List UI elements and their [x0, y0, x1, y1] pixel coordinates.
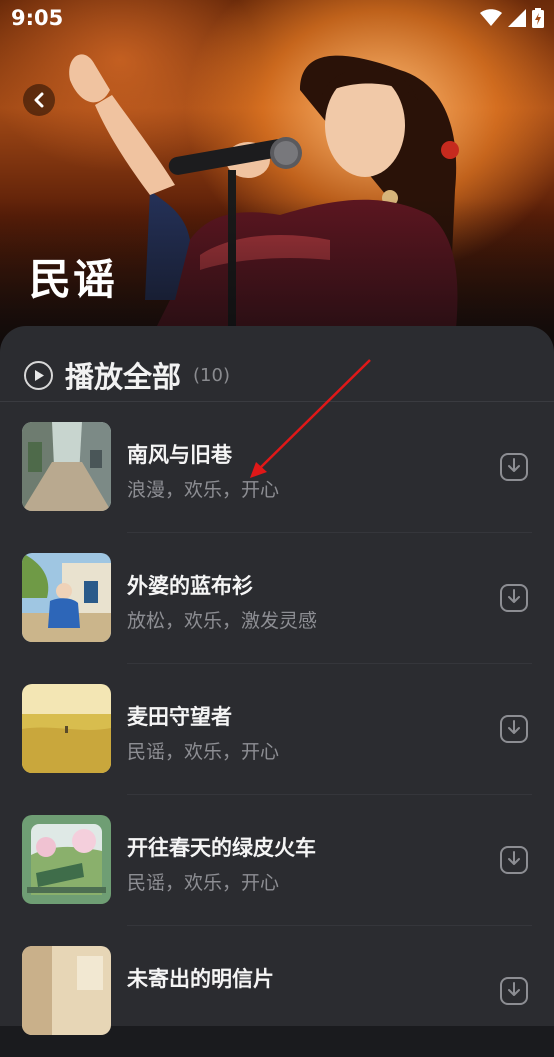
header-banner: 9:05 民谣	[0, 0, 554, 360]
chevron-left-icon	[34, 92, 44, 108]
song-count: (10)	[193, 364, 230, 386]
wheatfield-cover	[22, 684, 111, 773]
song-title: 麦田守望者	[127, 705, 232, 729]
download-icon[interactable]	[499, 845, 529, 875]
song-tags: 民谣，欢乐，开心	[127, 872, 280, 894]
play-icon	[24, 360, 53, 390]
back-button[interactable]	[23, 84, 55, 116]
status-icons	[480, 8, 544, 28]
grandma-cover	[22, 553, 111, 642]
song-title: 外婆的蓝布衫	[127, 574, 253, 598]
song-tags: 放松，欢乐，激发灵感	[127, 610, 318, 632]
wifi-icon	[480, 9, 502, 26]
song-list-panel: 播放全部 (10) 南风与旧巷 浪漫，欢乐，开心 外婆的蓝布衫 放松，欢乐，激发…	[0, 326, 554, 1035]
song-title: 南风与旧巷	[127, 443, 232, 467]
train-cover	[22, 815, 111, 904]
song-tags: 民谣，欢乐，开心	[127, 741, 280, 763]
postcard-cover	[22, 946, 111, 1035]
alley-cover	[22, 422, 111, 511]
battery-icon	[532, 8, 544, 28]
page-title: 民谣	[29, 255, 118, 304]
download-icon[interactable]	[499, 583, 529, 613]
download-icon[interactable]	[499, 714, 529, 744]
signal-icon	[508, 9, 526, 27]
song-row[interactable]: 外婆的蓝布衫 放松，欢乐，激发灵感	[0, 533, 554, 664]
download-icon[interactable]	[499, 452, 529, 482]
song-row[interactable]: 未寄出的明信片	[0, 926, 554, 1057]
download-icon[interactable]	[499, 976, 529, 1006]
status-time: 9:05	[11, 6, 64, 30]
song-tags: 浪漫，欢乐，开心	[127, 479, 280, 501]
song-row[interactable]: 麦田守望者 民谣，欢乐，开心	[0, 664, 554, 795]
status-bar: 9:05	[0, 0, 554, 38]
song-row[interactable]: 南风与旧巷 浪漫，欢乐，开心	[0, 402, 554, 533]
play-all-label: 播放全部	[65, 360, 182, 394]
song-row[interactable]: 开往春天的绿皮火车 民谣，欢乐，开心	[0, 795, 554, 926]
song-title: 未寄出的明信片	[127, 967, 274, 991]
song-title: 开往春天的绿皮火车	[127, 836, 316, 860]
play-all-button[interactable]: 播放全部 (10)	[24, 354, 230, 396]
